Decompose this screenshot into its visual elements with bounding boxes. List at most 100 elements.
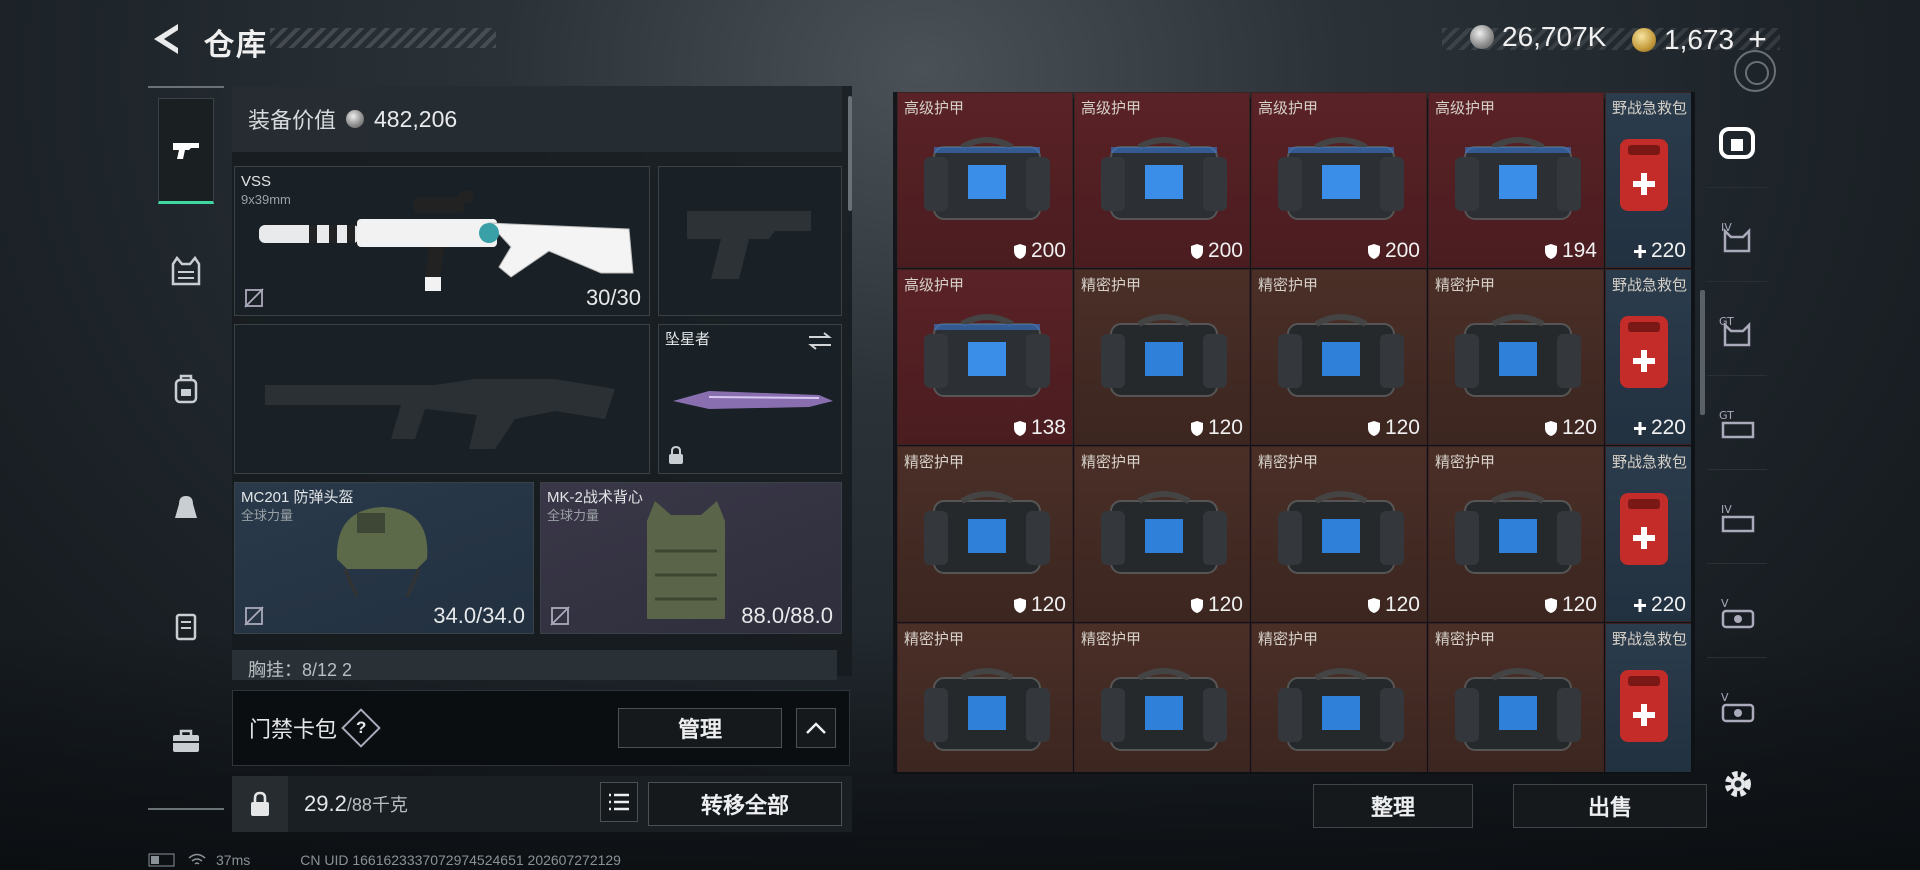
back-arrow-icon[interactable] xyxy=(148,20,184,58)
swap-icon[interactable] xyxy=(807,331,833,351)
armor-item[interactable]: 精密护甲 xyxy=(1251,623,1427,772)
shield-icon xyxy=(1544,420,1557,436)
chest-rig-slot[interactable]: 胸挂：8/12 2 xyxy=(232,650,837,680)
vest-slot[interactable]: MK-2战术背心 全球力量 88.0/88.0 xyxy=(540,482,842,634)
armor-bag-image xyxy=(1278,314,1404,397)
gear-icon[interactable] xyxy=(1720,766,1756,802)
stash-grid: 高级护甲 200 高级护甲 200 高级护甲 200 高级护甲 194 野战急救包 22… xyxy=(897,92,1691,772)
collapse-button[interactable] xyxy=(796,708,836,748)
filter-iv-rig[interactable]: IV xyxy=(1707,472,1767,564)
helmet-slot[interactable]: MC201 防弹头盔 全球力量 34.0/34.0 xyxy=(234,482,534,634)
armor-bag-image xyxy=(1455,314,1581,397)
item-value: 220 xyxy=(1633,593,1686,617)
item-name: 精密护甲 xyxy=(1435,277,1496,294)
first-aid-kit-item[interactable]: 野战急救包 220 xyxy=(1605,269,1691,445)
item-value-text: 200 xyxy=(1384,239,1420,262)
title-decoration xyxy=(270,28,496,48)
equipment-value-bar: 装备价值 482,206 xyxy=(232,86,842,152)
svg-text:GT: GT xyxy=(1719,409,1734,422)
filter-gt-rig[interactable]: GT xyxy=(1707,378,1767,470)
no-insurance-icon xyxy=(244,288,264,308)
item-value-text: 120 xyxy=(1030,593,1066,616)
shield-icon xyxy=(1190,597,1203,613)
stash-scrollbar[interactable] xyxy=(1700,290,1705,415)
plus-icon xyxy=(1633,421,1646,435)
first-aid-kit-item[interactable]: 野战急救包 xyxy=(1605,623,1691,772)
item-value-text: 200 xyxy=(1030,239,1066,262)
first-aid-kit-image xyxy=(1620,316,1668,388)
armor-item[interactable]: 精密护甲 120 xyxy=(1074,446,1250,622)
vest-brand: 全球力量 xyxy=(547,508,600,523)
armor-item[interactable]: 精密护甲 xyxy=(1074,623,1250,772)
chevron-up-icon xyxy=(806,722,826,734)
case-icon xyxy=(175,613,197,641)
armor-item[interactable]: 高级护甲 200 xyxy=(897,92,1073,268)
first-aid-kit-item[interactable]: 野战急救包 220 xyxy=(1605,92,1691,268)
manage-keycard-button[interactable]: 管理 xyxy=(618,708,782,748)
helmet-durability: 34.0/34.0 xyxy=(433,603,525,628)
filter-gt-armor[interactable]: GT xyxy=(1707,284,1767,376)
armor-item[interactable]: 精密护甲 120 xyxy=(1251,446,1427,622)
armor-item[interactable]: 高级护甲 194 xyxy=(1428,92,1604,268)
nav-case[interactable] xyxy=(158,572,214,678)
silver-coin-icon xyxy=(346,110,365,128)
gold-amount: 1,673 xyxy=(1664,23,1735,55)
loadout-scrollbar[interactable] xyxy=(848,96,852,211)
item-name: 野战急救包 xyxy=(1612,631,1688,648)
helmet-brand: 全球力量 xyxy=(241,508,294,523)
iv-armor-icon: IV xyxy=(1721,221,1751,252)
backpack-icon xyxy=(174,374,198,404)
first-aid-kit-item[interactable]: 野战急救包 220 xyxy=(1605,446,1691,622)
armor-item[interactable]: 精密护甲 xyxy=(1428,623,1604,772)
transfer-all-button[interactable]: 转移全部 xyxy=(648,782,842,826)
item-value: 120 xyxy=(1013,593,1066,617)
item-value-text: 220 xyxy=(1650,416,1686,439)
item-name: 高级护甲 xyxy=(1435,100,1496,117)
helmet-image xyxy=(336,507,428,598)
armor-item[interactable]: 精密护甲 120 xyxy=(897,446,1073,622)
armor-bag-image xyxy=(1101,491,1227,574)
armor-item[interactable]: 精密护甲 120 xyxy=(1428,446,1604,622)
item-value-text: 194 xyxy=(1561,239,1597,262)
carry-weight: 29.2/88千克 xyxy=(304,791,408,816)
weight-lock[interactable] xyxy=(232,776,288,832)
help-icon[interactable]: ? xyxy=(341,708,381,748)
armor-item[interactable]: 精密护甲 120 xyxy=(1428,269,1604,445)
primary-weapon-slot[interactable]: VSS 9x39mm 30/30 xyxy=(234,166,650,316)
silver-currency: 26,707K xyxy=(1470,21,1606,53)
melee-name: 坠星者 xyxy=(665,331,711,348)
filter-v-bag-2[interactable]: V xyxy=(1707,660,1767,752)
sort-button[interactable]: 整理 xyxy=(1313,784,1473,828)
silver-amount: 26,707K xyxy=(1502,21,1607,52)
armor-item[interactable]: 高级护甲 138 xyxy=(897,269,1073,445)
armor-item[interactable]: 高级护甲 200 xyxy=(1074,92,1250,268)
armor-item[interactable]: 高级护甲 200 xyxy=(1251,92,1427,268)
nav-weapons[interactable] xyxy=(158,98,214,204)
filter-v-bag[interactable]: V xyxy=(1707,566,1767,658)
stash-panel: 高级护甲 200 高级护甲 200 高级护甲 200 高级护甲 194 野战急救包 22… xyxy=(893,92,1695,774)
armor-item[interactable]: 精密护甲 120 xyxy=(1074,269,1250,445)
svg-text:V: V xyxy=(1721,597,1729,610)
filter-safe-box[interactable] xyxy=(1707,96,1767,188)
list-icon xyxy=(609,793,629,811)
pistol-icon xyxy=(173,143,199,159)
armor-item[interactable]: 精密护甲 120 xyxy=(1251,269,1427,445)
nav-backpack[interactable] xyxy=(158,336,214,442)
left-category-nav xyxy=(148,86,224,810)
melee-slot[interactable]: 坠星者 xyxy=(658,324,842,474)
lock-icon xyxy=(251,791,269,816)
vss-rifle-image xyxy=(259,191,634,291)
secondary-weapon-slot[interactable] xyxy=(234,324,650,474)
filter-iv-armor[interactable]: IV xyxy=(1707,190,1767,282)
list-view-button[interactable] xyxy=(600,782,638,822)
nav-toolbox[interactable] xyxy=(158,688,214,794)
nav-vest[interactable] xyxy=(158,218,214,324)
sell-button[interactable]: 出售 xyxy=(1513,784,1707,828)
first-aid-kit-image xyxy=(1620,139,1668,211)
scope-icon[interactable] xyxy=(1734,50,1776,92)
item-value: 120 xyxy=(1367,416,1420,440)
sidearm-slot[interactable] xyxy=(658,166,842,316)
item-value-text: 138 xyxy=(1030,416,1066,439)
armor-item[interactable]: 精密护甲 xyxy=(897,623,1073,772)
nav-pouch[interactable] xyxy=(158,454,214,560)
